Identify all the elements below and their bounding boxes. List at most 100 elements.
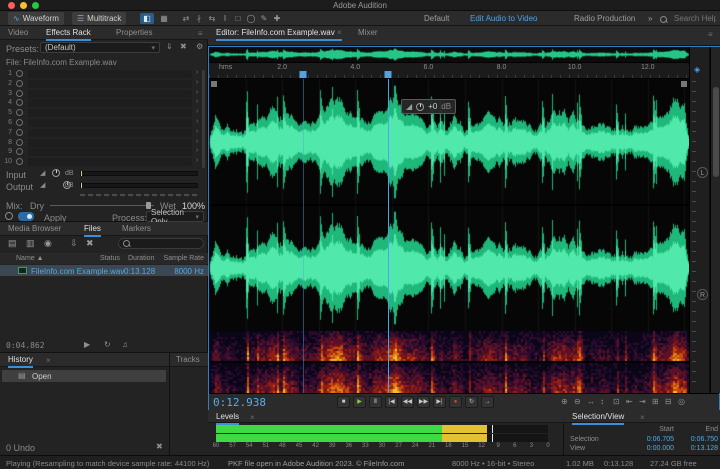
stop-button[interactable]: ■ [337,396,350,408]
tab-tracks[interactable]: Tracks [176,355,200,364]
tab-effects-rack[interactable]: Effects Rack [46,28,91,41]
playhead-handle[interactable] [384,71,391,78]
chevron-right-icon[interactable]: › [196,98,198,105]
snapshot-button[interactable]: ◎ [678,397,685,406]
tab-history[interactable]: History [8,355,33,368]
insert-into-multitrack-icon[interactable]: ⇩ [70,238,78,249]
column-header-sample-rate[interactable]: Sample Rate [164,255,204,262]
marker-handle[interactable] [299,71,306,78]
effects-slot[interactable]: 6› [0,119,208,128]
lasso-selection-tool-icon[interactable]: ◯ [245,13,257,24]
zoom-in-amplitude-button[interactable]: ↕ [600,397,604,406]
power-toggle-icon[interactable] [16,99,23,106]
power-toggle-icon[interactable] [16,90,23,97]
files-search-box[interactable] [118,238,204,249]
slip-tool-icon[interactable]: ⇆ [206,13,218,24]
pin-icon[interactable]: ◈ [694,65,700,74]
zoom-full-button[interactable]: ⊞ [652,397,659,406]
workspace-radio-production[interactable]: Radio Production [574,14,635,23]
playhead-line[interactable] [388,79,389,393]
spectrogram-display[interactable] [209,331,689,393]
effects-slot[interactable]: 5› [0,109,208,118]
volume-hud[interactable]: ◢ +0 dB [401,99,456,114]
hud-volume-knob[interactable] [416,103,424,111]
move-tool-icon[interactable]: ⇄ [180,13,192,24]
files-search-input[interactable] [133,238,193,249]
process-dropdown[interactable]: Selection Only ▾ [146,211,204,222]
workspace-edit-audio-to-video[interactable]: Edit Audio to Video [470,14,537,23]
rack-power-icon[interactable] [5,212,13,220]
zoom-in-time-button[interactable]: ↔ [587,397,595,406]
effects-slot[interactable]: 10› [0,158,208,167]
power-toggle-icon[interactable] [16,70,23,77]
channel-l-button[interactable]: L [697,167,708,178]
close-icon[interactable]: × [250,413,255,422]
show-waveform-button[interactable]: ◧ [140,13,154,24]
panel-menu-icon[interactable]: ≡ [198,29,203,38]
column-header-status[interactable]: Status [100,255,120,262]
toggle-all-effects-switch[interactable] [18,212,34,221]
zoom-in-left-button[interactable]: ⇤ [626,397,633,406]
power-toggle-icon[interactable] [16,80,23,87]
slot-well[interactable] [28,158,192,166]
delete-file-icon[interactable]: ✖ [86,238,94,249]
slot-well[interactable] [28,99,192,107]
chevron-right-icon[interactable]: › [196,79,198,86]
power-toggle-icon[interactable] [16,139,23,146]
tab-properties[interactable]: Properties [116,28,152,37]
time-selection-tool-icon[interactable]: I [219,13,231,24]
chevron-right-icon[interactable]: › [196,118,198,125]
tab-video[interactable]: Video [8,28,28,37]
open-file-icon[interactable]: ▤ [8,238,17,249]
effects-slot[interactable]: 2› [0,80,208,89]
power-toggle-icon[interactable] [16,148,23,155]
slot-well[interactable] [28,148,192,156]
waveform-display[interactable] [209,79,689,331]
channel-r-button[interactable]: R [697,289,708,300]
trash-icon[interactable]: ✖ [156,442,163,451]
mix-slider[interactable] [50,205,154,206]
scrollbar-thumb[interactable] [713,87,719,177]
fade-out-handle[interactable] [681,81,687,87]
effects-slot[interactable]: 1› [0,70,208,79]
timeline-ruler[interactable]: hms 2.04.06.08.010.012.0 [209,63,689,79]
workspace-default[interactable]: Default [424,14,449,23]
close-icon[interactable]: × [337,28,342,37]
power-toggle-icon[interactable] [16,158,23,165]
fast-forward-button[interactable]: ▶▶ [417,396,430,408]
chevron-right-icon[interactable]: › [196,138,198,145]
skip-to-start-button[interactable]: |◀ [385,396,398,408]
loop-playback-button[interactable]: ↻ [465,396,478,408]
zoom-to-selection-button[interactable]: ⊡ [613,397,620,406]
settings-gear-icon[interactable]: ⚙ [196,42,203,51]
chevron-right-icon[interactable]: › [196,69,198,76]
overview-waveform[interactable] [209,47,689,63]
tab-selection-view[interactable]: Selection/View [572,412,624,425]
extract-audio-icon[interactable]: ◉ [44,238,52,249]
rewind-button[interactable]: ◀◀ [401,396,414,408]
effects-slot[interactable]: 9› [0,148,208,157]
tab-media-browser[interactable]: Media Browser [8,224,61,233]
power-toggle-icon[interactable] [16,119,23,126]
preview-loop-button[interactable]: ↻ [104,340,111,349]
list-item[interactable]: ▤Open [2,370,166,382]
slot-well[interactable] [28,139,192,147]
show-spectral-button[interactable]: ▦ [157,13,171,24]
effects-slot[interactable]: 4› [0,99,208,108]
effects-slot[interactable]: 3› [0,90,208,99]
column-header-duration[interactable]: Duration [128,255,154,262]
chevron-right-icon[interactable]: › [196,108,198,115]
search-help-input[interactable] [672,13,718,24]
chevron-right-icon[interactable]: › [196,157,198,164]
zoom-out-button[interactable]: ⊖ [574,397,581,406]
paintbrush-selection-tool-icon[interactable]: ✎ [258,13,270,24]
play-button[interactable]: ▶ [353,396,366,408]
preview-autoplay-button[interactable]: ♫ [122,340,128,349]
delete-preset-icon[interactable]: ✖ [180,42,187,51]
close-icon[interactable]: × [46,356,51,365]
effects-slot[interactable]: 8› [0,139,208,148]
slot-well[interactable] [28,129,192,137]
pause-button[interactable]: Ⅱ [369,396,382,408]
tab-editor[interactable]: Editor: FileInfo.com Example.wav × [216,28,342,41]
marquee-selection-tool-icon[interactable]: □ [232,13,244,24]
